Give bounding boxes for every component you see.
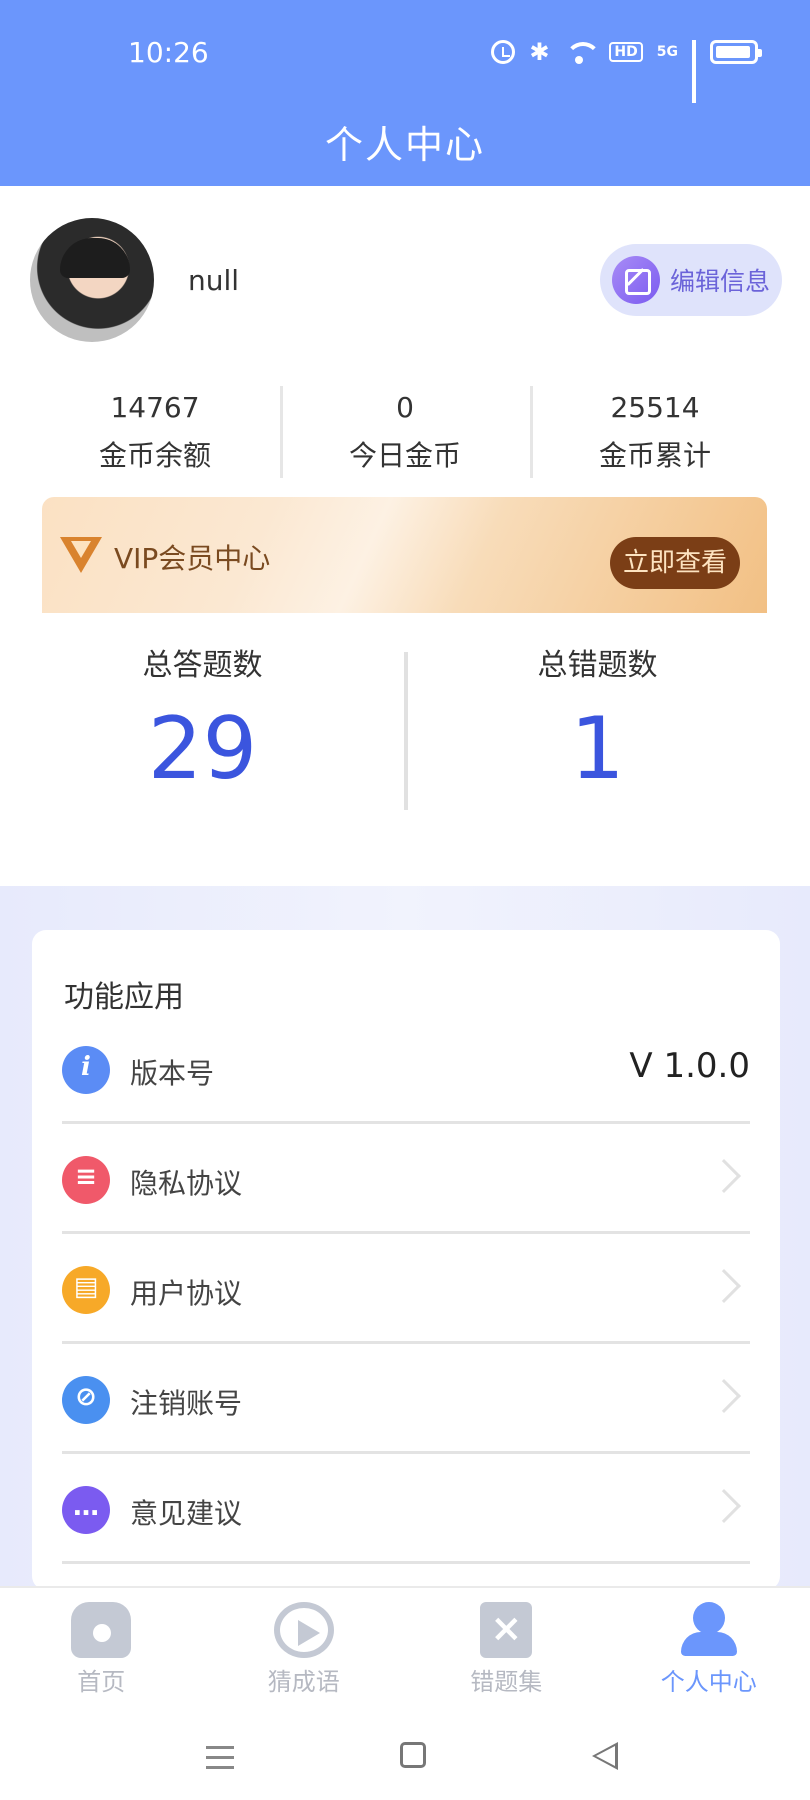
edit-profile-button[interactable]: 编辑信息	[600, 244, 782, 316]
tab-bar: 首页 猜成语 错题集 个人中心	[0, 1586, 810, 1704]
stat-coin-balance: 14767 金币余额	[30, 386, 280, 478]
chevron-right-icon	[707, 1379, 741, 1413]
vip-card[interactable]: VIP会员中心 立即查看	[42, 497, 767, 613]
chevron-right-icon	[707, 1269, 741, 1303]
edit-icon	[612, 256, 660, 304]
user-icon	[680, 1602, 737, 1658]
stat-today-coins: 0 今日金币	[280, 386, 530, 478]
document-icon: ≡	[62, 1156, 110, 1204]
stat-value: 0	[396, 391, 414, 424]
username: null	[188, 264, 240, 297]
info-icon: i	[62, 1046, 110, 1094]
title-bar: 个人中心	[0, 110, 810, 186]
stat-total-coins: 25514 金币累计	[530, 386, 780, 478]
total-answered: 总答题数 29	[30, 638, 375, 804]
cancel-account-label: 注销账号	[130, 1387, 243, 1420]
system-nav-bar	[0, 1704, 810, 1800]
total-wrong-label: 总错题数	[537, 648, 658, 683]
tab-wrong-questions[interactable]: 错题集	[405, 1588, 608, 1704]
home-square-icon[interactable]	[400, 1742, 426, 1768]
play-icon	[273, 1602, 334, 1658]
tab-label: 首页	[77, 1668, 126, 1696]
vip-label: VIP会员中心	[114, 542, 271, 575]
chevron-right-icon	[707, 1159, 741, 1193]
avatar[interactable]	[30, 218, 154, 342]
quiz-stats: 总答题数 29 总错题数 1	[30, 638, 780, 818]
cancel-account-row[interactable]: ⊘ 注销账号	[62, 1344, 750, 1454]
feedback-row[interactable]: … 意见建议	[62, 1454, 750, 1564]
privacy-policy-row[interactable]: ≡ 隐私协议	[62, 1124, 750, 1234]
diamond-icon	[60, 537, 102, 573]
status-bar: 10:26 ✱ HD 5G	[0, 0, 810, 110]
signal-icon	[692, 40, 696, 103]
total-answered-value: 29	[147, 699, 258, 799]
chevron-right-icon	[707, 1489, 741, 1523]
menu-icon[interactable]	[206, 1746, 234, 1770]
battery-icon	[710, 40, 762, 64]
tab-label: 个人中心	[660, 1668, 757, 1696]
divider	[404, 652, 408, 810]
user-agreement-row[interactable]: ▤ 用户协议	[62, 1234, 750, 1344]
network-type-icon: 5G	[656, 44, 678, 60]
status-icons: ✱ HD 5G	[491, 38, 762, 103]
edit-profile-label: 编辑信息	[670, 267, 771, 296]
wifi-icon	[563, 40, 602, 64]
tab-label: 错题集	[470, 1668, 543, 1696]
version-label: 版本号	[130, 1057, 215, 1090]
total-answered-label: 总答题数	[142, 648, 263, 683]
total-wrong: 总错题数 1	[425, 638, 770, 804]
tab-guess-idiom[interactable]: 猜成语	[203, 1588, 406, 1704]
stat-label: 金币累计	[598, 439, 711, 472]
tab-label: 猜成语	[267, 1668, 340, 1696]
total-wrong-value: 1	[570, 699, 625, 799]
tab-profile[interactable]: 个人中心	[608, 1588, 810, 1704]
bluetooth-icon: ✱	[529, 38, 550, 66]
stat-value: 25514	[610, 391, 700, 424]
hd-icon: HD	[609, 42, 643, 62]
stat-label: 金币余额	[98, 439, 211, 472]
user-agreement-label: 用户协议	[130, 1277, 243, 1310]
alarm-icon	[491, 40, 516, 64]
feedback-label: 意见建议	[130, 1497, 243, 1530]
version-row: i 版本号 V 1.0.0	[62, 1014, 750, 1124]
page-title: 个人中心	[324, 123, 485, 167]
version-value: V 1.0.0	[629, 1046, 750, 1086]
back-icon[interactable]	[592, 1742, 618, 1770]
wrong-book-icon	[480, 1602, 533, 1658]
stat-value: 14767	[110, 391, 200, 424]
tab-home[interactable]: 首页	[0, 1588, 203, 1704]
functions-title: 功能应用	[64, 980, 184, 1015]
vip-view-button[interactable]: 立即查看	[610, 537, 740, 589]
clipboard-icon: ▤	[62, 1266, 110, 1314]
chat-icon: …	[62, 1486, 110, 1534]
status-time: 10:26	[128, 36, 209, 69]
home-icon	[71, 1602, 132, 1658]
account-cancel-icon: ⊘	[62, 1376, 110, 1424]
privacy-policy-label: 隐私协议	[130, 1167, 243, 1200]
coin-stats: 14767 金币余额 0 今日金币 25514 金币累计	[30, 386, 780, 478]
stat-label: 今日金币	[348, 439, 461, 472]
